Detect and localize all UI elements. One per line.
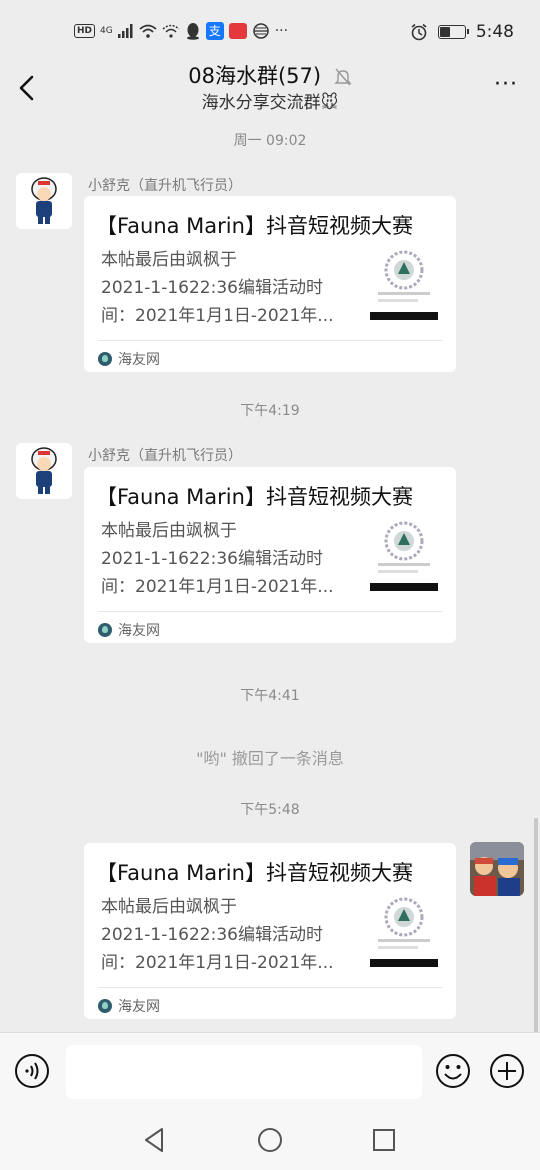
card-source-name: 海友网 [118, 999, 160, 1015]
system-nav-bar [0, 1110, 540, 1170]
message-timestamp: 周一 09:02 [233, 133, 307, 149]
system-back-button[interactable] [140, 1126, 168, 1154]
sender-name: 小舒克（直升机飞行员） [88, 448, 242, 464]
link-card[interactable]: 【Fauna Marin】抖音短视频大赛 本帖最后由飒枫于 2021-1-162… [84, 843, 456, 1019]
sender-name: 小舒克（直升机飞行员） [88, 178, 242, 194]
emoji-icon [436, 1054, 470, 1088]
status-time: 5:48 [475, 22, 514, 42]
qq-icon [186, 23, 199, 40]
haiyou-logo-icon [98, 623, 112, 637]
card-description: 本帖最后由飒枫于 2021-1-1622:36编辑活动时 间：2021年1月1日… [101, 246, 349, 330]
card-desc-line: 本帖最后由飒枫于 [101, 521, 237, 541]
voice-icon [15, 1054, 49, 1088]
link-card[interactable]: 【Fauna Marin】抖音短视频大赛 本帖最后由飒枫于 2021-1-162… [84, 467, 456, 643]
emoji-button[interactable] [435, 1053, 471, 1089]
chat-header: 08海水群(57) 海水分享交流群🐭 ··· [0, 52, 540, 118]
message-timestamp: 下午4:41 [240, 688, 300, 704]
haiyou-logo-icon [98, 352, 112, 366]
mute-bell-icon [334, 68, 352, 86]
more-actions-button[interactable] [489, 1053, 525, 1089]
card-divider [98, 611, 442, 612]
alarm-icon [411, 23, 427, 41]
group-subtitle: 海水分享交流群🐭 [201, 93, 339, 113]
wifi-alt-icon [162, 24, 180, 38]
card-desc-line: 本帖最后由飒枫于 [101, 250, 237, 270]
recall-notice: "哟" 撤回了一条消息 [196, 749, 344, 768]
card-source: 海友网 [98, 620, 160, 640]
message-timestamp: 下午5:48 [240, 802, 300, 818]
signal-icon [117, 24, 133, 38]
app-badge-icon [228, 23, 247, 39]
hd-icon: HD [74, 24, 96, 38]
message-timestamp: 下午4:19 [240, 403, 300, 419]
card-desc-line: 2021-1-1622:36编辑活动时 [101, 278, 323, 298]
more-button[interactable]: ··· [494, 74, 518, 96]
card-thumbnail-qr-icon [368, 246, 440, 322]
alipay-icon: 支 [205, 22, 224, 40]
system-home-button[interactable] [256, 1126, 284, 1154]
card-title: 【Fauna Marin】抖音短视频大赛 [96, 214, 413, 238]
my-avatar[interactable] [470, 842, 524, 896]
card-description: 本帖最后由飒枫于 2021-1-1622:36编辑活动时 间：2021年1月1日… [101, 893, 349, 977]
chat-title: 08海水群(57) [0, 60, 540, 90]
scrollbar[interactable] [534, 818, 538, 1032]
group-name: 08海水群(57) [188, 64, 322, 88]
card-divider [98, 987, 442, 988]
card-desc-line: 间：2021年1月1日-2021年... [101, 306, 334, 326]
card-desc-line: 2021-1-1622:36编辑活动时 [101, 549, 323, 569]
pilot-avatar-icon [16, 443, 72, 499]
card-source-name: 海友网 [118, 623, 160, 639]
card-title: 【Fauna Marin】抖音短视频大赛 [96, 485, 413, 509]
card-divider [98, 340, 442, 341]
card-source-name: 海友网 [118, 352, 160, 368]
home-circle-icon [258, 1128, 282, 1152]
card-desc-line: 间：2021年1月1日-2021年... [101, 953, 334, 973]
news-icon [252, 23, 269, 39]
voice-button[interactable] [14, 1053, 50, 1089]
status-left: HD 4G 支 ··· [74, 22, 288, 40]
photo-avatar-icon [470, 842, 524, 896]
recents-square-icon [373, 1129, 395, 1151]
card-description: 本帖最后由飒枫于 2021-1-1622:36编辑活动时 间：2021年1月1日… [101, 517, 349, 601]
chat-area[interactable]: 周一 09:02 小舒克（直升机飞行员） 【Fauna Marin】抖音短视频大… [0, 118, 540, 1032]
status-overflow: ··· [274, 23, 289, 39]
status-bar: HD 4G 支 ··· 5:48 [0, 0, 540, 52]
plus-icon [490, 1054, 524, 1088]
card-title: 【Fauna Marin】抖音短视频大赛 [96, 861, 413, 885]
avatar[interactable] [16, 443, 72, 499]
back-triangle-icon [145, 1128, 163, 1152]
input-bar [0, 1032, 540, 1110]
pilot-avatar-icon [16, 173, 72, 229]
card-thumbnail-qr-icon [368, 517, 440, 593]
battery-icon [437, 25, 469, 39]
card-source: 海友网 [98, 996, 160, 1016]
system-recents-button[interactable] [370, 1126, 398, 1154]
message-input[interactable] [66, 1045, 422, 1099]
avatar[interactable] [16, 173, 72, 229]
status-right: 5:48 [410, 22, 514, 42]
card-desc-line: 2021-1-1622:36编辑活动时 [101, 925, 323, 945]
card-desc-line: 间：2021年1月1日-2021年... [101, 577, 334, 597]
wifi-icon [139, 24, 157, 38]
network-label: 4G [100, 26, 113, 36]
link-card[interactable]: 【Fauna Marin】抖音短视频大赛 本帖最后由飒枫于 2021-1-162… [84, 196, 456, 372]
card-source: 海友网 [98, 349, 160, 369]
haiyou-logo-icon [98, 999, 112, 1013]
card-desc-line: 本帖最后由飒枫于 [101, 897, 237, 917]
card-thumbnail-qr-icon [368, 893, 440, 969]
